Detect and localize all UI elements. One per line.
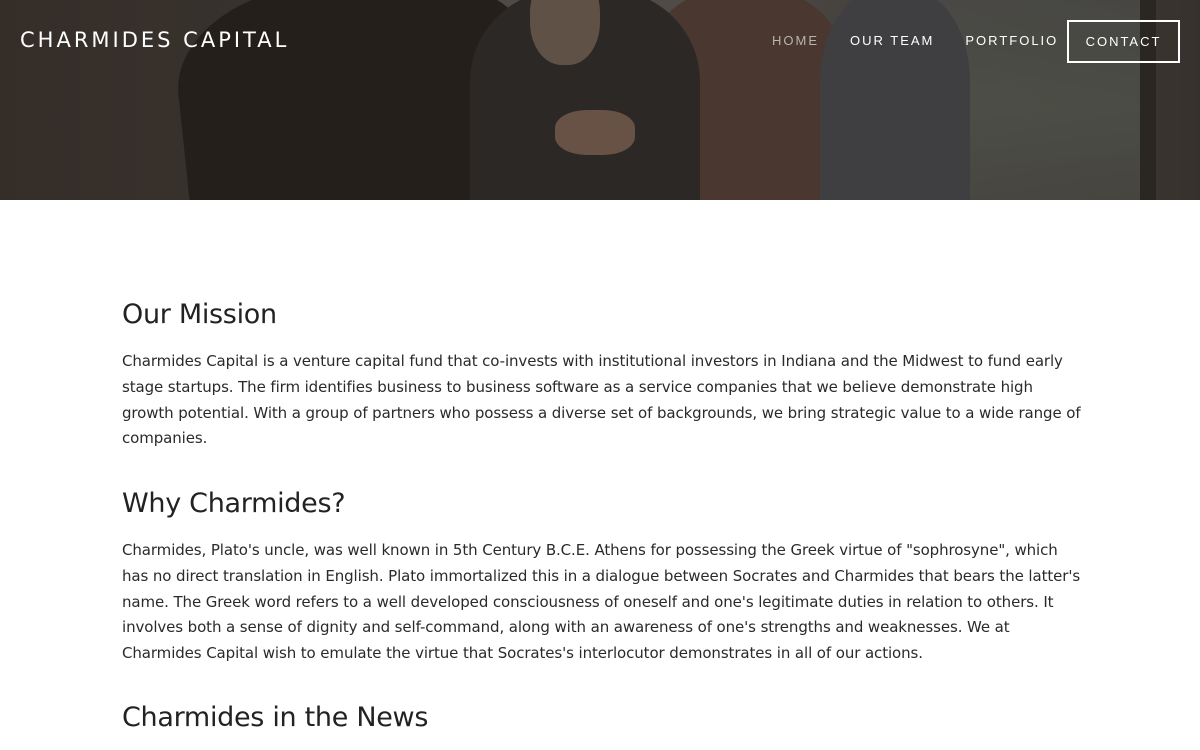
nav-item-portfolio[interactable]: PORTFOLIO (965, 33, 1058, 48)
why-heading: Why Charmides? (122, 488, 346, 519)
nav-item-home[interactable]: HOME (772, 33, 819, 48)
why-paragraph: Charmides, Plato's uncle, was well known… (122, 541, 1081, 663)
hero-banner: CHARMIDES CAPITAL HOME OUR TEAM PORTFOLI… (0, 0, 1200, 200)
site-header: CHARMIDES CAPITAL HOME OUR TEAM PORTFOLI… (0, 0, 1200, 84)
mission-heading: Our Mission (122, 299, 277, 330)
site-logo[interactable]: CHARMIDES CAPITAL (20, 28, 289, 52)
contact-button[interactable]: CONTACT (1067, 20, 1180, 63)
news-heading: Charmides in the News (122, 702, 429, 733)
nav-item-our-team[interactable]: OUR TEAM (850, 33, 934, 48)
mission-paragraph: Charmides Capital is a venture capital f… (122, 352, 1081, 448)
main-nav: HOME OUR TEAM PORTFOLIO (772, 33, 1089, 48)
